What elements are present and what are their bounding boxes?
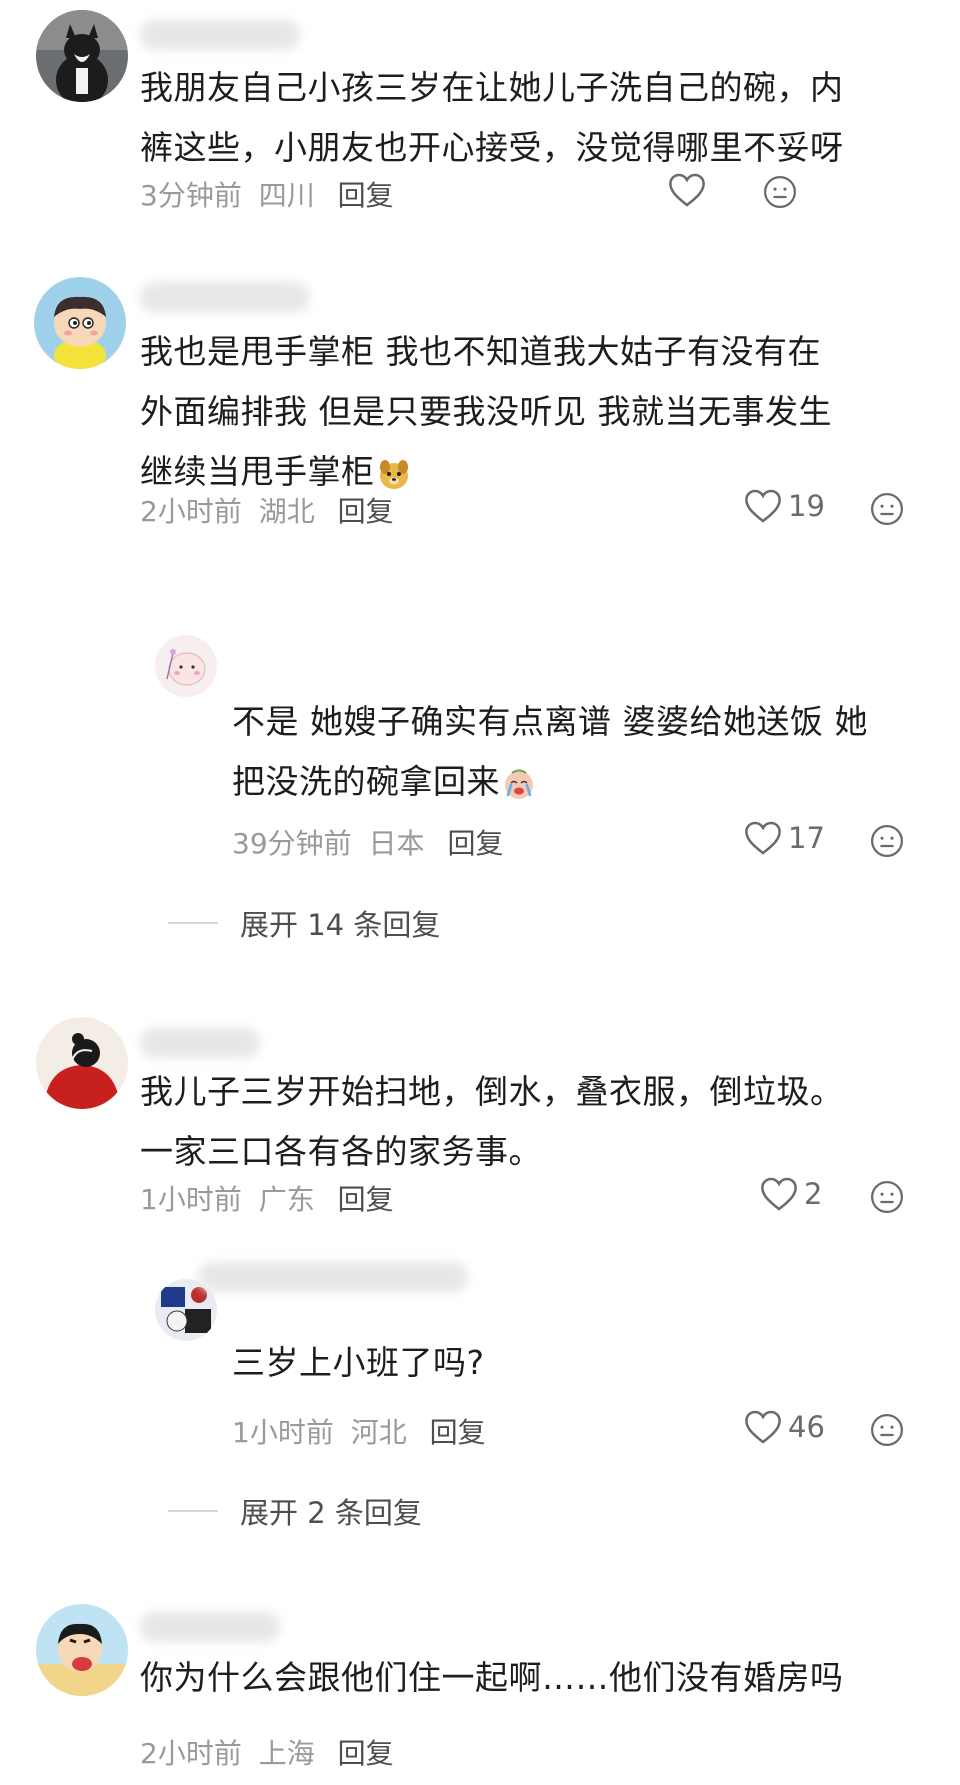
comment-line: 裤这些，小朋友也开心接受，没觉得哪里不妥呀 bbox=[140, 128, 844, 167]
avatar[interactable] bbox=[36, 10, 128, 102]
timestamp: 2小时前 bbox=[140, 1737, 242, 1770]
username[interactable] bbox=[140, 20, 300, 50]
avatar[interactable] bbox=[36, 1604, 128, 1696]
timestamp: 1小时前 bbox=[140, 1183, 242, 1216]
timestamp: 2小时前 bbox=[140, 495, 242, 528]
comment-line: 我也是甩手掌柜 我也不知道我大姑子有没有在 bbox=[140, 332, 821, 371]
timestamp: 39分钟前 bbox=[232, 827, 352, 860]
meh-face-icon bbox=[870, 1180, 904, 1214]
reply-button[interactable]: 回复 bbox=[430, 1416, 486, 1449]
expand-replies-label: 展开 2 条回复 bbox=[240, 1496, 422, 1530]
meh-face-icon bbox=[870, 492, 904, 526]
reply-button[interactable]: 回复 bbox=[338, 495, 394, 528]
username[interactable] bbox=[140, 282, 310, 312]
dislike-button[interactable] bbox=[870, 1413, 904, 1447]
location: 四川 bbox=[258, 179, 315, 212]
comment-line: 你为什么会跟他们住一起啊……他们没有婚房吗 bbox=[140, 1658, 844, 1697]
like-button[interactable] bbox=[668, 172, 706, 208]
meh-face-icon bbox=[763, 175, 797, 209]
heart-outline-icon bbox=[668, 172, 706, 208]
heart-outline-icon bbox=[744, 820, 782, 856]
reply-button[interactable]: 回复 bbox=[338, 179, 394, 212]
like-count: 19 bbox=[788, 489, 825, 523]
reply-line: 不是 她嫂子确实有点离谱 婆婆给她送饭 她 bbox=[232, 702, 868, 741]
like-count: 2 bbox=[804, 1177, 823, 1211]
comment-line: 外面编排我 但是只要我没听见 我就当无事发生 bbox=[140, 392, 832, 431]
reply-avatar[interactable] bbox=[155, 635, 217, 697]
like-button[interactable]: 2 bbox=[760, 1176, 822, 1212]
like-count: 17 bbox=[788, 821, 825, 855]
reply-meta: 39分钟前 日本 回复 bbox=[232, 822, 503, 862]
like-button[interactable]: 17 bbox=[744, 820, 825, 856]
comment-line: 继续当甩手掌柜 bbox=[140, 452, 375, 491]
comment-line: 我朋友自己小孩三岁在让她儿子洗自己的碗，内 bbox=[140, 68, 844, 107]
heart-outline-icon bbox=[744, 1409, 782, 1445]
dislike-button[interactable] bbox=[870, 492, 904, 526]
reply-line-with-emoji: 把没洗的碗拿回来 bbox=[232, 752, 868, 812]
divider-line bbox=[168, 1510, 218, 1512]
like-button[interactable]: 46 bbox=[744, 1409, 825, 1445]
reply-text: 不是 她嫂子确实有点离谱 婆婆给她送饭 她 把没洗的碗拿回来 bbox=[232, 692, 868, 812]
avatar[interactable] bbox=[34, 277, 126, 369]
dislike-button[interactable] bbox=[870, 1180, 904, 1214]
heart-outline-icon bbox=[760, 1176, 798, 1212]
meh-face-icon bbox=[870, 824, 904, 858]
comment-text: 我也是甩手掌柜 我也不知道我大姑子有没有在 外面编排我 但是只要我没听见 我就当… bbox=[140, 322, 832, 502]
dislike-button[interactable] bbox=[763, 175, 797, 209]
comment-line: 一家三口各有各的家务事。 bbox=[140, 1132, 542, 1171]
location: 上海 bbox=[258, 1737, 315, 1770]
comment-meta: 3分钟前 四川 回复 bbox=[140, 174, 394, 214]
comment-meta: 1小时前 广东 回复 bbox=[140, 1178, 394, 1218]
crying-emoji-icon bbox=[505, 769, 533, 799]
location: 河北 bbox=[350, 1416, 407, 1449]
reply-button[interactable]: 回复 bbox=[338, 1183, 394, 1216]
username[interactable] bbox=[140, 1612, 280, 1642]
reply-text: 三岁上小班了吗? bbox=[232, 1333, 485, 1393]
comment-line: 我儿子三岁开始扫地，倒水，叠衣服，倒垃圾。 bbox=[140, 1072, 844, 1111]
comment-text: 你为什么会跟他们住一起啊……他们没有婚房吗 bbox=[140, 1648, 844, 1708]
comment-text: 我儿子三岁开始扫地，倒水，叠衣服，倒垃圾。 一家三口各有各的家务事。 bbox=[140, 1062, 844, 1182]
username[interactable] bbox=[198, 1262, 468, 1292]
expand-replies-button[interactable]: 展开 14 条回复 bbox=[168, 902, 440, 944]
expand-replies-label: 展开 14 条回复 bbox=[240, 908, 441, 942]
heart-outline-icon bbox=[744, 488, 782, 524]
dislike-button[interactable] bbox=[870, 824, 904, 858]
location: 日本 bbox=[368, 827, 425, 860]
comment-text: 我朋友自己小孩三岁在让她儿子洗自己的碗，内 裤这些，小朋友也开心接受，没觉得哪里… bbox=[140, 58, 844, 178]
comment-meta: 2小时前 湖北 回复 bbox=[140, 490, 394, 530]
username[interactable] bbox=[140, 1028, 260, 1058]
reply-button[interactable]: 回复 bbox=[447, 827, 503, 860]
timestamp: 3分钟前 bbox=[140, 179, 242, 212]
reply-line: 把没洗的碗拿回来 bbox=[232, 762, 500, 801]
reply-meta: 1小时前 河北 回复 bbox=[232, 1411, 486, 1451]
location: 广东 bbox=[258, 1183, 315, 1216]
expand-replies-button[interactable]: 展开 2 条回复 bbox=[168, 1490, 422, 1532]
reply-button[interactable]: 回复 bbox=[338, 1737, 394, 1770]
like-button[interactable]: 19 bbox=[744, 488, 825, 524]
timestamp: 1小时前 bbox=[232, 1416, 334, 1449]
like-count: 46 bbox=[788, 1410, 825, 1444]
meh-face-icon bbox=[870, 1413, 904, 1447]
comment-meta: 2小时前 上海 回复 bbox=[140, 1732, 394, 1772]
reply-line: 三岁上小班了吗? bbox=[232, 1343, 485, 1382]
avatar[interactable] bbox=[36, 1017, 128, 1109]
location: 湖北 bbox=[258, 495, 315, 528]
divider-line bbox=[168, 922, 218, 924]
dog-emoji-icon bbox=[379, 459, 408, 489]
